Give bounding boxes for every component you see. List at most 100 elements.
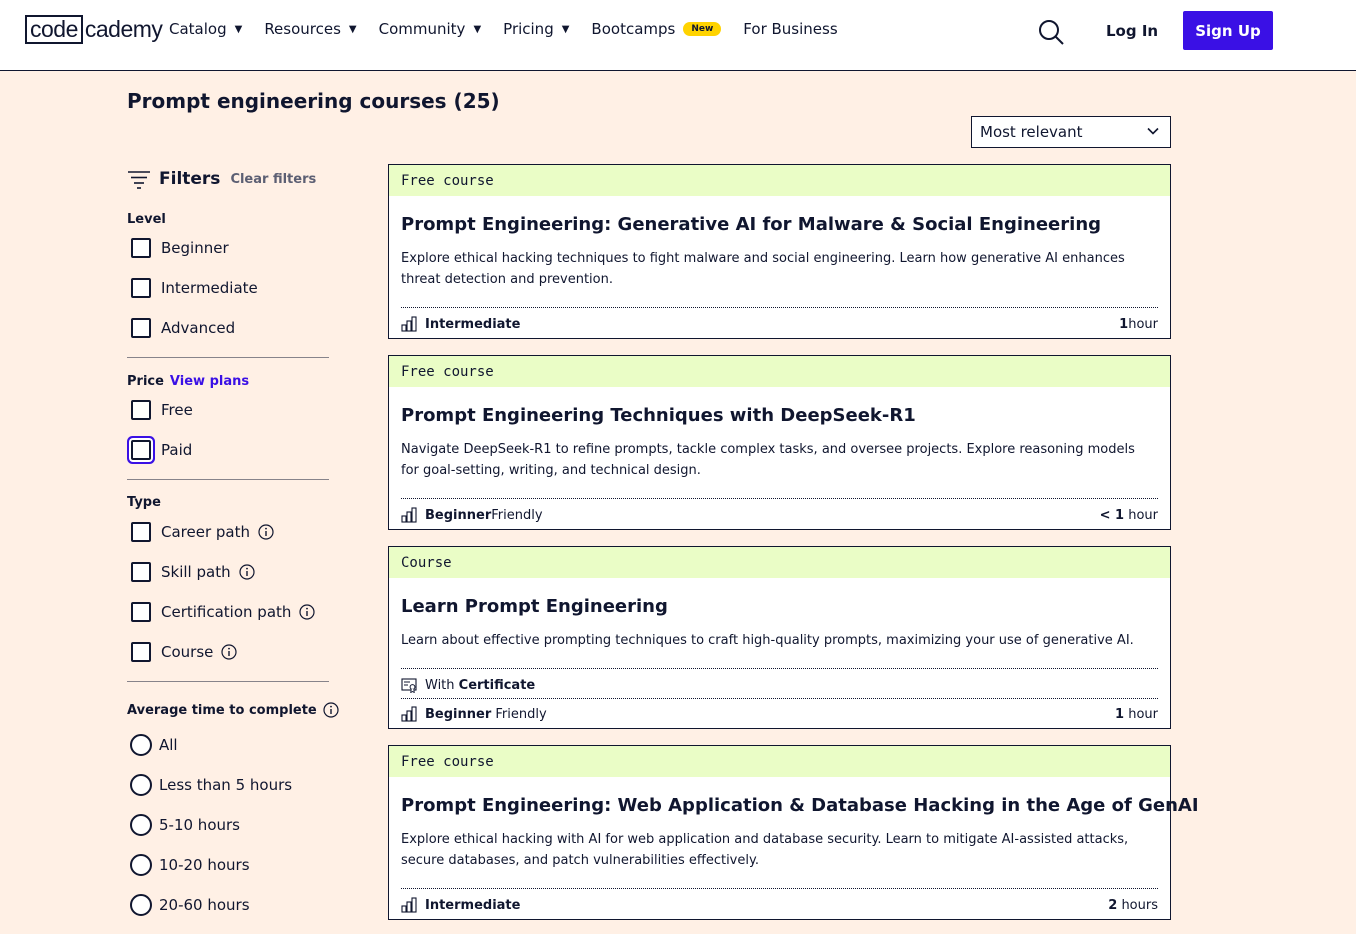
course-title[interactable]: Prompt Engineering: Web Application & Da… [401, 795, 1199, 816]
level-intermediate-checkbox[interactable]: Intermediate [131, 278, 258, 298]
checkbox-label: Advanced [161, 319, 236, 337]
sign-up-button[interactable]: Sign Up [1183, 11, 1273, 50]
logo-code-box: code [25, 14, 83, 44]
view-plans-link[interactable]: View plans [170, 374, 249, 389]
radio-circle [130, 774, 152, 796]
course-level-suffix: Friendly [491, 706, 547, 722]
info-icon[interactable] [238, 564, 255, 580]
filters-header: Filters Clear filters [127, 168, 316, 190]
level-bars-icon [401, 316, 417, 332]
type-filter-label: Type [127, 495, 161, 510]
checkbox-label: Free [161, 401, 193, 419]
course-card[interactable]: Course Learn Prompt Engineering Learn ab… [388, 546, 1171, 729]
course-level: Beginner [425, 507, 492, 523]
duration-number: 1 [1115, 507, 1125, 523]
checkbox-label: Course [161, 643, 214, 661]
time-less-than-5-radio[interactable]: Less than 5 hours [130, 774, 292, 796]
course-meta-row: Beginner Friendly 1 hour [401, 706, 1158, 722]
price-filter-label: Price View plans [127, 374, 249, 389]
nav-community[interactable]: Community ▼ [379, 20, 482, 38]
nav-resources-label: Resources [264, 20, 341, 38]
course-meta-row: Intermediate 1 hour [401, 316, 1158, 332]
checkbox-label: Skill path [161, 563, 231, 581]
checkbox-box [131, 562, 151, 582]
info-icon[interactable] [299, 604, 316, 620]
type-certification-path-checkbox[interactable]: Certification path [131, 602, 316, 622]
level-bars-icon [401, 507, 417, 523]
dotted-divider [401, 698, 1158, 699]
course-description: Learn about effective prompting techniqu… [401, 633, 1134, 648]
course-level: Intermediate [425, 897, 521, 913]
time-10-20-radio[interactable]: 10-20 hours [130, 854, 250, 876]
course-level: Beginner [425, 706, 492, 722]
info-icon[interactable] [221, 644, 237, 660]
nav-pricing[interactable]: Pricing ▼ [503, 20, 569, 38]
duration-number: 1 [1115, 706, 1125, 722]
checkbox-box [131, 400, 151, 420]
duration-number: 2 [1108, 897, 1118, 913]
nav-catalog[interactable]: Catalog ▼ [169, 20, 242, 38]
course-card[interactable]: Free course Prompt Engineering: Generati… [388, 164, 1171, 339]
nav-bootcamps[interactable]: Bootcamps New [591, 20, 722, 38]
nav-catalog-label: Catalog [169, 20, 227, 38]
level-beginner-checkbox[interactable]: Beginner [131, 238, 229, 258]
duration-unit: hours [1117, 897, 1158, 913]
course-title[interactable]: Prompt Engineering: Generative AI for Ma… [401, 214, 1101, 235]
course-title[interactable]: Learn Prompt Engineering [401, 596, 668, 617]
info-icon[interactable] [258, 524, 274, 540]
search-icon[interactable] [1037, 18, 1065, 46]
course-title[interactable]: Prompt Engineering Techniques with DeepS… [401, 405, 916, 426]
radio-circle [130, 854, 152, 876]
type-course-checkbox[interactable]: Course [131, 642, 237, 662]
radio-circle [130, 814, 152, 836]
course-description: Explore ethical hacking with AI for web … [401, 832, 1129, 868]
time-all-radio[interactable]: All [130, 734, 178, 756]
nav-for-business-label: For Business [743, 20, 838, 38]
sort-dropdown[interactable]: Most relevant [971, 116, 1171, 148]
price-label: Price [127, 374, 164, 389]
info-icon[interactable] [323, 702, 339, 718]
course-card[interactable]: Free course Prompt Engineering Technique… [388, 355, 1171, 530]
codecademy-logo[interactable]: code cademy [25, 14, 163, 44]
course-level: Intermediate [425, 316, 521, 332]
page-title: Prompt engineering courses (25) [127, 89, 500, 113]
level-bars-icon [401, 706, 417, 722]
radio-label: Less than 5 hours [159, 776, 293, 794]
course-meta-row: Beginner Friendly < 1 hour [401, 507, 1158, 523]
time-5-10-radio[interactable]: 5-10 hours [130, 814, 240, 836]
clear-filters-button[interactable]: Clear filters [230, 172, 316, 187]
caret-down-icon: ▼ [561, 23, 570, 35]
radio-label: 20-60 hours [159, 896, 250, 914]
checkbox-label: Beginner [161, 239, 229, 257]
dotted-divider [401, 307, 1158, 308]
course-certificate-row: With Certificate [401, 677, 1158, 693]
dotted-divider [401, 888, 1158, 889]
dotted-divider [401, 668, 1158, 669]
time-label: Average time to complete [127, 702, 317, 718]
type-career-path-checkbox[interactable]: Career path [131, 522, 274, 542]
price-free-checkbox[interactable]: Free [131, 400, 193, 420]
checkbox-label: Certification path [161, 603, 292, 621]
course-type-tag: Free course [389, 746, 1170, 777]
radio-circle [130, 734, 152, 756]
level-filter-label: Level [127, 212, 166, 227]
nav-for-business[interactable]: For Business [743, 20, 837, 38]
checkbox-label: Career path [161, 523, 250, 541]
certificate-prefix: With [425, 677, 459, 693]
level-advanced-checkbox[interactable]: Advanced [131, 318, 235, 338]
course-type-tag: Free course [389, 356, 1170, 387]
log-in-link[interactable]: Log In [1106, 22, 1158, 40]
level-bars-icon [401, 897, 417, 913]
nav-bootcamps-label: Bootcamps [591, 20, 676, 38]
nav-resources[interactable]: Resources ▼ [264, 20, 356, 38]
certificate-label: Certificate [458, 677, 536, 693]
time-20-60-radio[interactable]: 20-60 hours [130, 894, 250, 916]
checkbox-label: Paid [161, 441, 193, 459]
checkbox-box [131, 278, 151, 298]
price-paid-checkbox[interactable]: Paid [131, 440, 192, 460]
nav-pricing-label: Pricing [503, 20, 554, 38]
course-card[interactable]: Free course Prompt Engineering: Web Appl… [388, 745, 1199, 920]
certificate-icon [401, 678, 417, 693]
type-skill-path-checkbox[interactable]: Skill path [131, 562, 255, 582]
dotted-divider [401, 498, 1158, 499]
